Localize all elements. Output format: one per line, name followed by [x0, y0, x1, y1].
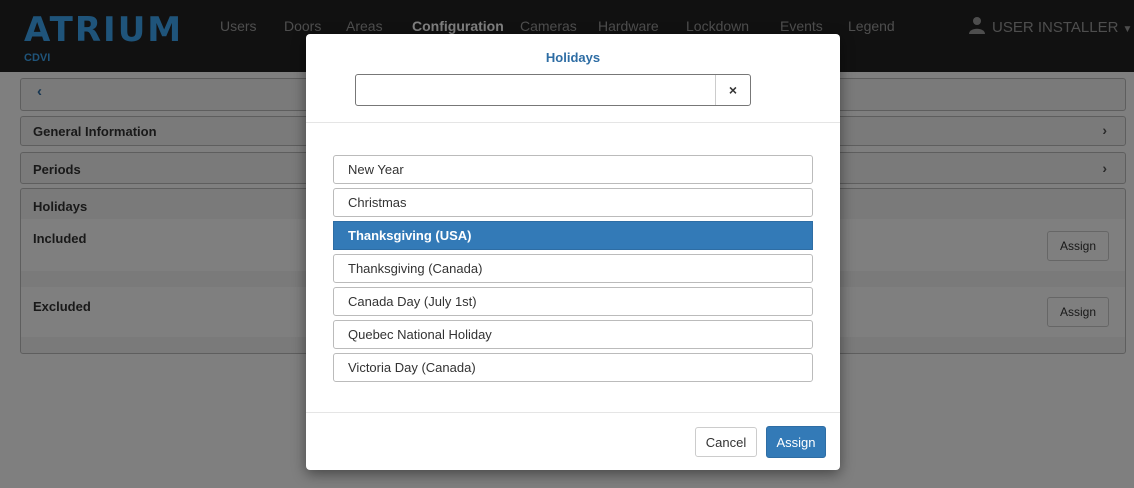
list-item-selected[interactable]: Thanksgiving (USA) — [333, 221, 813, 250]
list-item[interactable]: Victoria Day (Canada) — [333, 353, 813, 382]
list-item[interactable]: Thanksgiving (Canada) — [333, 254, 813, 283]
search-input[interactable] — [356, 75, 715, 105]
list-item[interactable]: Canada Day (July 1st) — [333, 287, 813, 316]
footer-divider — [306, 412, 840, 413]
list-item[interactable]: New Year — [333, 155, 813, 184]
modal-title: Holidays — [545, 50, 601, 65]
list-item[interactable]: Christmas — [333, 188, 813, 217]
header-divider — [306, 122, 840, 123]
clear-search-button[interactable]: × — [715, 75, 750, 105]
list-item[interactable]: Quebec National Holiday — [333, 320, 813, 349]
assign-button[interactable]: Assign — [766, 426, 826, 458]
search-box: × — [355, 74, 751, 106]
cancel-button[interactable]: Cancel — [695, 427, 757, 457]
holidays-modal: Holidays × New Year Christmas Thanksgivi… — [306, 34, 840, 470]
